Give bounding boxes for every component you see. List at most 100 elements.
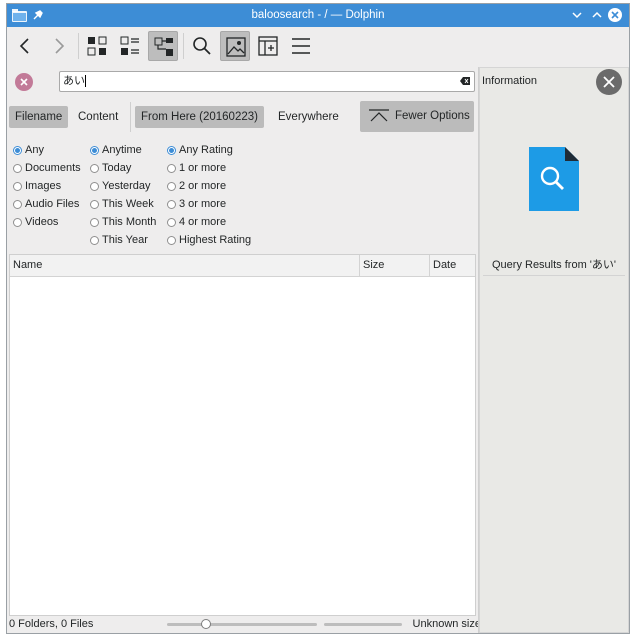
panel-divider	[483, 275, 625, 276]
rating-any-radio[interactable]: Any Rating	[167, 141, 251, 159]
close-icon	[608, 8, 622, 22]
date-anytime-radio[interactable]: Anytime	[90, 141, 156, 159]
back-button[interactable]	[10, 31, 40, 61]
rating-1-radio[interactable]: 1 or more	[167, 159, 251, 177]
search-input[interactable]: あい	[59, 71, 475, 92]
status-bar: 0 Folders, 0 Files Unknown size	[7, 616, 481, 633]
close-icon	[20, 78, 28, 86]
window-title: baloosearch - / — Dolphin	[251, 9, 385, 21]
search-button[interactable]	[187, 31, 217, 61]
radio-indicator	[90, 236, 99, 245]
everywhere-option[interactable]: Everywhere	[272, 106, 345, 128]
image-preview-icon	[226, 37, 246, 57]
radio-indicator	[90, 146, 99, 155]
size-text: Unknown size	[412, 618, 481, 630]
chevron-down-icon	[572, 12, 582, 19]
minimize-button[interactable]	[569, 7, 585, 23]
radio-indicator	[13, 164, 22, 173]
rating-highest-radio[interactable]: Highest Rating	[167, 231, 251, 249]
radio-indicator	[13, 146, 22, 155]
fewer-options-button[interactable]: Fewer Options	[360, 101, 474, 132]
information-title: Information	[482, 75, 538, 87]
radio-indicator	[167, 182, 176, 191]
type-audio-radio[interactable]: Audio Files	[13, 195, 81, 213]
rating-4-radio[interactable]: 4 or more	[167, 213, 251, 231]
details-view-icon	[120, 36, 139, 55]
search-icon	[193, 37, 211, 55]
chevron-up-icon	[592, 11, 602, 18]
radio-indicator	[13, 218, 22, 227]
text-caret	[85, 75, 86, 88]
radio-indicator	[90, 218, 99, 227]
radio-indicator	[13, 182, 22, 191]
fewer-options-label: Fewer Options	[395, 110, 470, 122]
search-pane: あい Filename Content From Here (20160223)…	[7, 67, 481, 633]
icons-view-button[interactable]	[82, 31, 112, 61]
content-option[interactable]: Content	[72, 106, 124, 128]
space-info-bar	[324, 623, 402, 626]
details-view-button[interactable]	[115, 31, 145, 61]
rating-filter-group: Any Rating 1 or more 2 or more 3 or more…	[167, 141, 251, 249]
type-documents-radio[interactable]: Documents	[13, 159, 81, 177]
close-icon	[603, 76, 615, 88]
maximize-button[interactable]	[589, 7, 605, 23]
clear-search-button[interactable]	[15, 73, 33, 91]
split-view-button[interactable]	[253, 31, 283, 61]
options-separator	[130, 102, 131, 132]
icons-view-icon	[87, 36, 107, 56]
arrow-left-icon	[19, 38, 29, 54]
preview-button[interactable]	[220, 31, 250, 61]
date-today-radio[interactable]: Today	[90, 159, 156, 177]
title-bar: baloosearch - / — Dolphin	[7, 4, 629, 27]
type-images-radio[interactable]: Images	[13, 177, 81, 195]
radio-indicator	[167, 236, 176, 245]
rating-3-radio[interactable]: 3 or more	[167, 195, 251, 213]
compact-view-button[interactable]	[148, 31, 178, 61]
date-yesterday-radio[interactable]: Yesterday	[90, 177, 156, 195]
rating-2-radio[interactable]: 2 or more	[167, 177, 251, 195]
results-list[interactable]: Name Size Date	[9, 254, 476, 616]
list-header: Name Size Date	[10, 255, 475, 277]
date-filter-group: Anytime Today Yesterday This Week This M…	[90, 141, 156, 249]
date-column-header[interactable]: Date	[429, 255, 475, 276]
from-here-option[interactable]: From Here (20160223)	[135, 106, 264, 128]
compact-view-icon	[154, 37, 173, 56]
radio-indicator	[167, 218, 176, 227]
date-this-year-radio[interactable]: This Year	[90, 231, 156, 249]
close-panel-button[interactable]	[596, 69, 622, 95]
radio-indicator	[167, 200, 176, 209]
radio-indicator	[90, 182, 99, 191]
radio-indicator	[13, 200, 22, 209]
search-file-icon	[529, 147, 579, 211]
name-column-header[interactable]: Name	[10, 255, 359, 276]
close-window-button[interactable]	[607, 7, 623, 23]
toolbar-separator	[183, 33, 184, 59]
arrow-right-icon	[55, 38, 65, 54]
radio-indicator	[90, 164, 99, 173]
collapse-icon	[369, 109, 389, 122]
clear-text-icon[interactable]	[460, 77, 470, 85]
dolphin-window: baloosearch - / — Dolphin あい Filename Co…	[6, 3, 630, 634]
zoom-slider-handle[interactable]	[201, 619, 211, 629]
date-this-week-radio[interactable]: This Week	[90, 195, 156, 213]
size-column-header[interactable]: Size	[359, 255, 429, 276]
query-results-label: Query Results from 'あい'	[491, 259, 616, 271]
information-panel: Information Query Results from 'あい'	[478, 67, 629, 633]
forward-button[interactable]	[44, 31, 74, 61]
radio-indicator	[167, 146, 176, 155]
type-filter-group: Any Documents Images Audio Files Videos	[13, 141, 81, 231]
search-options-bar: Filename Content From Here (20160223) Ev…	[7, 100, 477, 134]
zoom-slider[interactable]	[167, 623, 317, 626]
type-any-radio[interactable]: Any	[13, 141, 81, 159]
status-text: 0 Folders, 0 Files	[9, 618, 94, 630]
search-input-value: あい	[63, 75, 85, 87]
radio-indicator	[90, 200, 99, 209]
hamburger-menu-button[interactable]	[286, 31, 316, 61]
date-this-month-radio[interactable]: This Month	[90, 213, 156, 231]
filename-option[interactable]: Filename	[9, 106, 69, 128]
radio-indicator	[167, 164, 176, 173]
hamburger-menu-icon	[292, 38, 310, 54]
toolbar-separator	[78, 33, 79, 59]
split-view-icon	[258, 36, 278, 56]
type-videos-radio[interactable]: Videos	[13, 213, 81, 231]
